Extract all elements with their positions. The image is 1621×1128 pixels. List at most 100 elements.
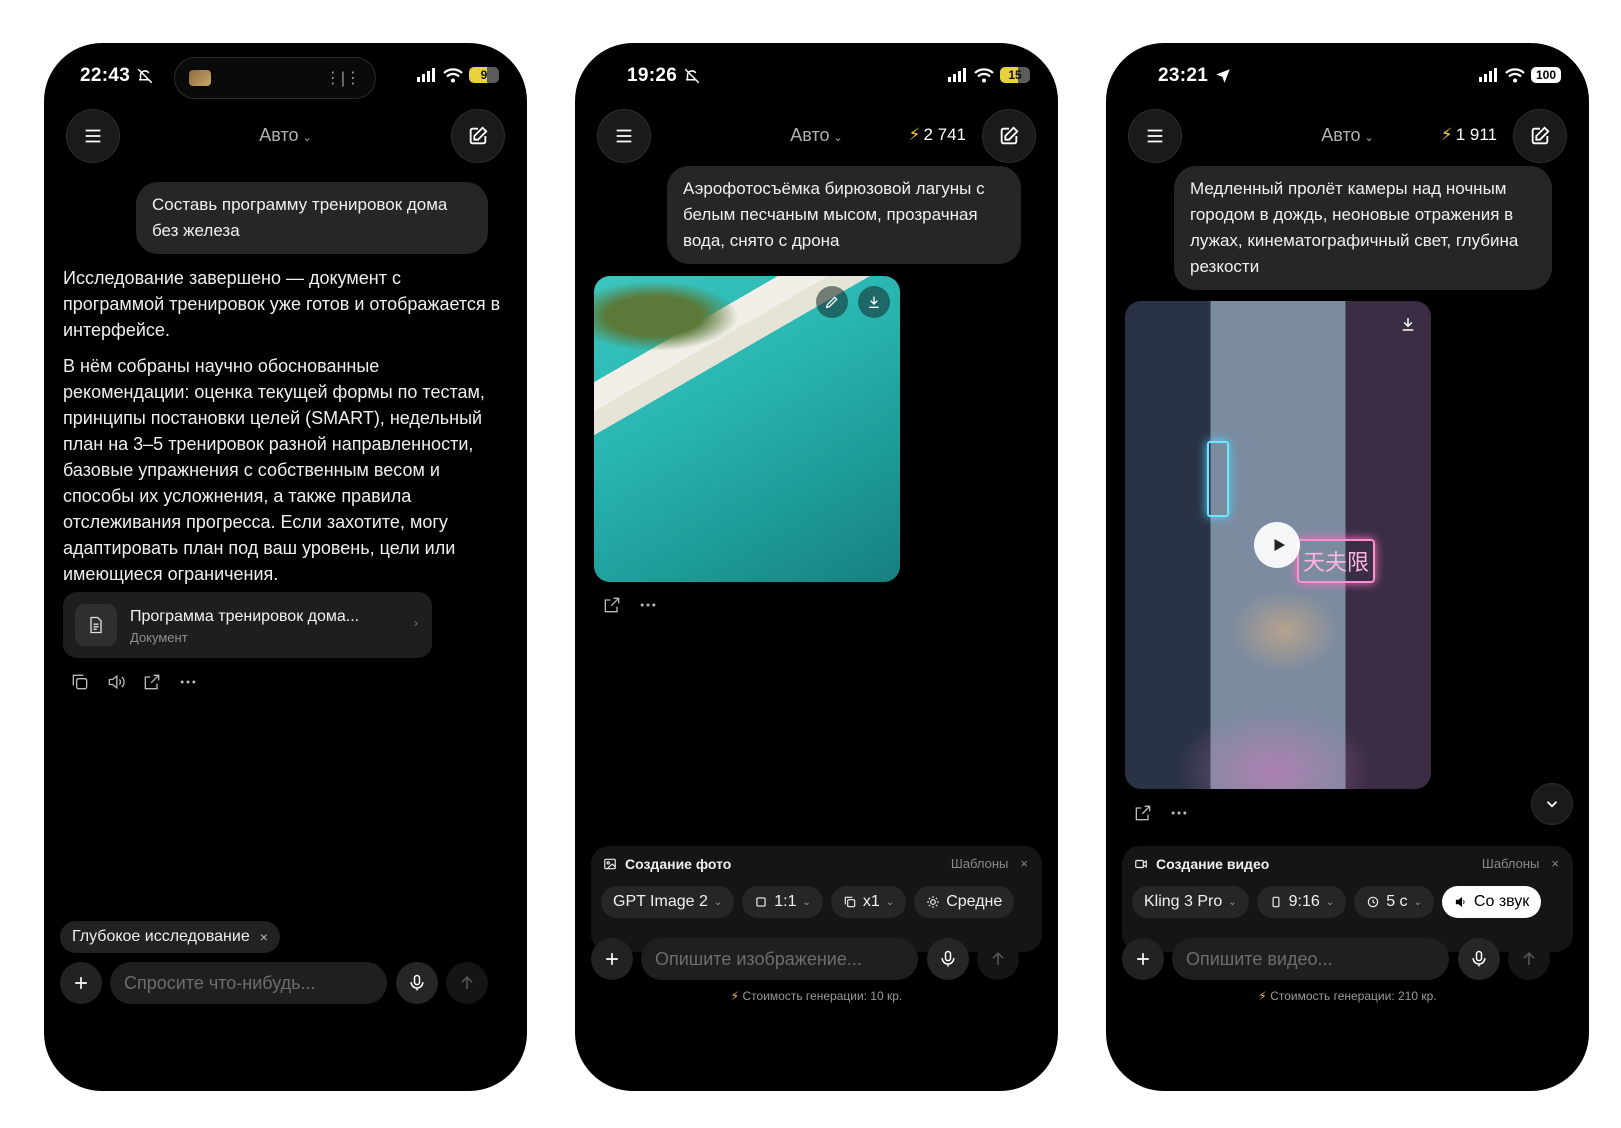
bolt-icon: ⚡ xyxy=(1440,125,1453,144)
answer-paragraph: Исследование завершено — документ с прог… xyxy=(63,268,501,340)
generated-image[interactable] xyxy=(594,276,900,582)
more-icon[interactable] xyxy=(1169,803,1189,823)
battery-indicator: 9 xyxy=(469,67,499,83)
edit-image-button[interactable] xyxy=(816,286,848,318)
copies-icon xyxy=(844,896,856,908)
download-image-button[interactable] xyxy=(858,286,890,318)
chevron-down-icon: ⌄ xyxy=(1325,896,1335,908)
send-button[interactable] xyxy=(977,938,1019,980)
tool-options: GPT Image 2 ⌄ 1:1 ⌄ x1 ⌄ Средне xyxy=(601,886,1015,918)
credits-balance[interactable]: ⚡ 2 741 xyxy=(909,125,966,145)
speaker-icon xyxy=(1455,896,1465,908)
share-icon[interactable] xyxy=(1133,803,1153,823)
microphone-icon xyxy=(941,950,955,967)
wifi-icon xyxy=(443,67,463,82)
new-chat-button[interactable] xyxy=(1513,109,1567,163)
share-icon[interactable] xyxy=(142,672,162,692)
send-button[interactable] xyxy=(1508,938,1550,980)
play-button[interactable] xyxy=(1254,522,1300,568)
document-card[interactable]: Программа тренировок дома... Документ › xyxy=(63,592,432,658)
mic-button[interactable] xyxy=(1458,938,1500,980)
neon-sign-vertical xyxy=(1207,441,1229,517)
tool-header-actions: Шаблоны × xyxy=(951,856,1028,871)
mic-button[interactable] xyxy=(396,962,438,1004)
chevron-down-icon: ⌄ xyxy=(833,132,843,144)
chevron-right-icon: › xyxy=(414,616,418,630)
composer: Опишите видео... xyxy=(1122,938,1573,982)
message-input[interactable]: Спросите что-нибудь... xyxy=(110,962,387,1004)
aspect-option[interactable]: 9:16 ⌄ xyxy=(1256,886,1347,918)
arrow-up-icon xyxy=(992,951,1004,965)
deep-research-chip[interactable]: Глубокое исследование × xyxy=(60,921,280,953)
chevron-down-icon: ⌄ xyxy=(1228,896,1237,908)
compose-icon xyxy=(1000,126,1019,145)
attach-button[interactable] xyxy=(591,938,633,980)
new-chat-button[interactable] xyxy=(451,109,505,163)
message-actions xyxy=(70,672,198,692)
chevron-down-icon: ⌄ xyxy=(802,896,811,908)
duration-option[interactable]: 5 с ⌄ xyxy=(1354,886,1434,918)
battery-indicator: 15 xyxy=(1000,67,1030,83)
chevron-down-icon xyxy=(1546,801,1558,808)
download-icon xyxy=(1402,318,1414,331)
chip-label: Глубокое исследование xyxy=(72,928,250,945)
status-bar: 22:43 ⋮|⋮ 9 xyxy=(44,43,527,113)
scroll-down-button[interactable] xyxy=(1531,783,1573,825)
templates-link[interactable]: Шаблоны xyxy=(951,856,1009,871)
generated-video[interactable]: 天夫限 xyxy=(1125,301,1431,789)
chevron-down-icon: ⌄ xyxy=(713,896,723,908)
arrow-up-icon xyxy=(461,975,473,989)
quality-option[interactable]: Средне xyxy=(914,886,1015,918)
tool-title: Создание фото xyxy=(603,856,731,872)
bell-muted-icon xyxy=(684,68,700,84)
chevron-down-icon: ⌄ xyxy=(885,896,895,908)
sound-option[interactable]: Со звук xyxy=(1441,886,1542,918)
download-video-button[interactable] xyxy=(1399,315,1417,338)
close-icon[interactable]: × xyxy=(1020,856,1028,871)
compose-icon xyxy=(1531,126,1550,145)
attach-button[interactable] xyxy=(60,962,102,1004)
video-icon xyxy=(1135,859,1147,869)
mic-button[interactable] xyxy=(927,938,969,980)
bell-muted-icon xyxy=(137,68,153,84)
attach-button[interactable] xyxy=(1122,938,1164,980)
user-message-bubble: Аэрофотосъёмка бирюзовой лагуны с белым … xyxy=(667,166,1021,264)
battery-indicator: 100 xyxy=(1531,67,1561,83)
dynamic-island[interactable]: ⋮|⋮ xyxy=(174,57,376,99)
more-icon[interactable] xyxy=(638,595,658,615)
message-input[interactable]: Опишите изображение... xyxy=(641,938,918,980)
plus-icon xyxy=(1137,953,1149,965)
document-icon xyxy=(75,604,117,646)
chat-header: Авто ⌄ ⚡ 2 741 xyxy=(575,109,1058,165)
document-title: Программа тренировок дома... xyxy=(130,608,360,625)
share-icon[interactable] xyxy=(602,595,622,615)
speaker-icon[interactable] xyxy=(106,672,126,692)
more-icon[interactable] xyxy=(178,672,198,692)
copy-icon[interactable] xyxy=(70,672,90,692)
portrait-icon xyxy=(1272,896,1280,908)
status-bar: 23:21 100 xyxy=(1106,43,1589,113)
user-message-bubble: Составь программу тренировок дома без же… xyxy=(136,182,488,254)
message-input[interactable]: Опишите видео... xyxy=(1172,938,1449,980)
model-option[interactable]: Kling 3 Pro ⌄ xyxy=(1132,886,1249,918)
aspect-option[interactable]: 1:1 ⌄ xyxy=(742,886,823,918)
chat-header: Авто ⌄ ⚡ 1 911 xyxy=(1106,109,1589,165)
chat-header: Авто ⌄ xyxy=(44,109,527,165)
status-icons: 9 xyxy=(417,67,499,83)
new-chat-button[interactable] xyxy=(982,109,1036,163)
templates-link[interactable]: Шаблоны xyxy=(1482,856,1540,871)
bolt-icon: ⚡ xyxy=(1258,989,1267,1003)
play-icon xyxy=(1274,539,1285,551)
chip-close-icon[interactable]: × xyxy=(260,929,268,945)
chevron-down-icon: ⌄ xyxy=(302,132,312,144)
download-icon xyxy=(869,296,879,308)
model-option[interactable]: GPT Image 2 ⌄ xyxy=(601,886,735,918)
credits-balance[interactable]: ⚡ 1 911 xyxy=(1441,125,1497,145)
tool-options: Kling 3 Pro ⌄ 9:16 ⌄ 5 с ⌄ Со звук xyxy=(1132,886,1542,918)
status-time: 23:21 xyxy=(1158,65,1232,87)
send-button[interactable] xyxy=(446,962,488,1004)
location-arrow-icon xyxy=(1216,69,1230,83)
close-icon[interactable]: × xyxy=(1551,856,1559,871)
count-option[interactable]: x1 ⌄ xyxy=(830,886,907,918)
microphone-icon xyxy=(410,974,424,991)
